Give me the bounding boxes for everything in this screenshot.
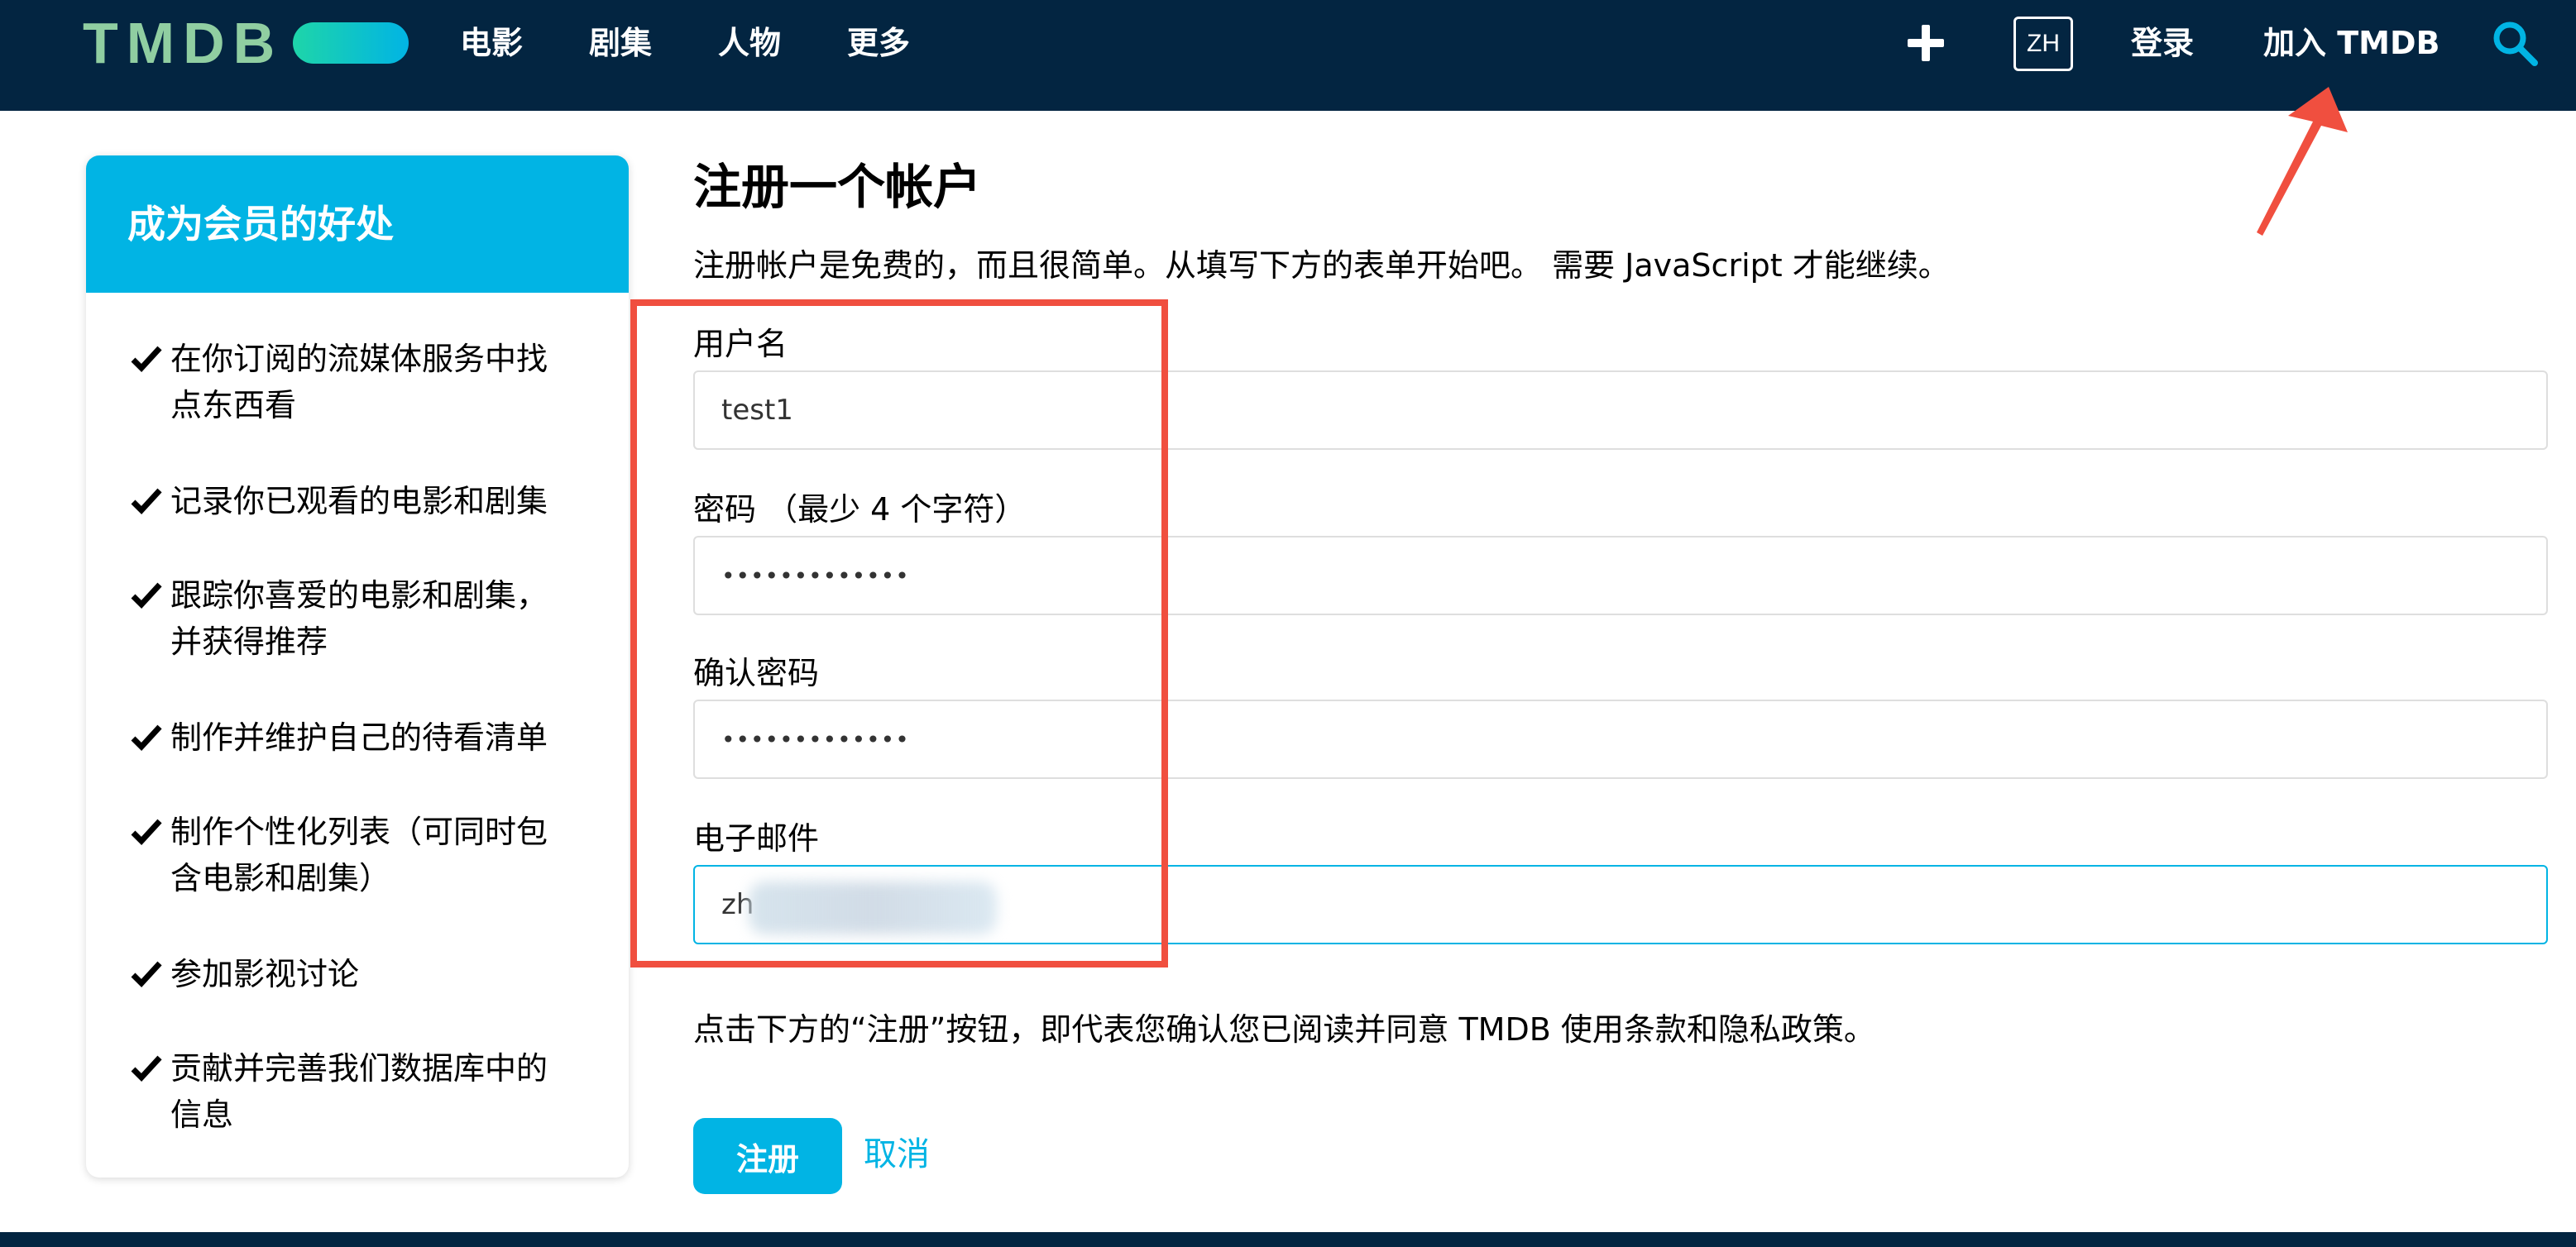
check-icon <box>131 819 162 846</box>
benefit-text: 点东西看 <box>170 387 297 423</box>
nav-more[interactable]: 更多 <box>847 20 910 66</box>
benefit-item: 在你订阅的流媒体服务中找 点东西看 <box>131 336 610 428</box>
benefit-text: 信息 <box>170 1096 234 1133</box>
benefit-text: 贡献并完善我们数据库中的 <box>170 1050 548 1087</box>
cancel-link[interactable]: 取消 <box>864 1130 930 1179</box>
check-icon <box>131 1055 162 1082</box>
page: TMDB 电影 剧集 人物 更多 ZH 登录 加入 TMDB 成为会员的好处 在… <box>0 0 2576 1247</box>
email-label: 电子邮件 <box>693 820 820 857</box>
login-link[interactable]: 登录 <box>2131 20 2194 66</box>
benefit-item: 制作并维护自己的待看清单 <box>131 714 610 761</box>
footer-strip <box>0 1232 2576 1247</box>
username-input[interactable] <box>693 370 2548 450</box>
username-label: 用户名 <box>693 326 788 362</box>
plus-icon[interactable] <box>1908 25 1944 61</box>
nav-people[interactable]: 人物 <box>718 20 781 66</box>
password-label: 密码 （最少 4 个字符） <box>693 491 1027 528</box>
check-icon <box>131 961 162 988</box>
password-input[interactable] <box>693 536 2548 615</box>
join-tmdb-link[interactable]: 加入 TMDB <box>2263 20 2440 66</box>
page-title: 注册一个帐户 <box>693 159 982 215</box>
nav-movies[interactable]: 电影 <box>460 20 523 66</box>
check-icon <box>131 488 162 515</box>
confirm-password-input[interactable] <box>693 700 2548 779</box>
benefit-text: 制作个性化列表（可同时包 <box>170 814 548 850</box>
tmdb-logo[interactable]: TMDB <box>83 11 409 75</box>
language-button[interactable]: ZH <box>2013 17 2073 71</box>
signup-button[interactable]: 注册 <box>693 1118 842 1194</box>
benefit-item: 参加影视讨论 <box>131 951 610 997</box>
benefit-text: 在你订阅的流媒体服务中找 <box>170 341 548 377</box>
terms-notice: 点击下方的“注册”按钮，即代表您确认您已阅读并同意 TMDB 使用条款和隐私政策… <box>693 1011 1875 1048</box>
benefit-text: 含电影和剧集） <box>170 860 391 896</box>
annotation-arrow-icon <box>2257 87 2348 236</box>
benefit-text: 制作并维护自己的待看清单 <box>170 719 548 756</box>
logo-text: TMDB <box>83 11 284 75</box>
email-redaction-blur <box>749 882 997 934</box>
check-icon <box>131 724 162 752</box>
benefit-item: 贡献并完善我们数据库中的 信息 <box>131 1045 610 1138</box>
search-icon[interactable] <box>2490 18 2540 68</box>
nav-tv[interactable]: 剧集 <box>589 20 652 66</box>
check-icon <box>131 346 162 373</box>
benefit-text: 参加影视讨论 <box>170 956 360 992</box>
benefit-text: 记录你已观看的电影和剧集 <box>170 483 548 519</box>
member-benefits-card: 成为会员的好处 在你订阅的流媒体服务中找 点东西看 记录你已观看的电影和剧集 跟… <box>86 155 629 1178</box>
confirm-password-label: 确认密码 <box>693 655 820 691</box>
check-icon <box>131 582 162 609</box>
top-navbar: TMDB 电影 剧集 人物 更多 ZH 登录 加入 TMDB <box>0 0 2576 111</box>
benefit-text: 并获得推荐 <box>170 624 328 660</box>
benefits-title: 成为会员的好处 <box>86 155 629 293</box>
benefit-item: 制作个性化列表（可同时包 含电影和剧集） <box>131 809 610 901</box>
benefit-item: 跟踪你喜爱的电影和剧集， 并获得推荐 <box>131 572 610 665</box>
benefit-item: 记录你已观看的电影和剧集 <box>131 478 610 524</box>
page-subtitle: 注册帐户是免费的，而且很简单。从填写下方的表单开始吧。 需要 JavaScrip… <box>693 247 1950 284</box>
logo-pill <box>293 22 409 64</box>
benefit-text: 跟踪你喜爱的电影和剧集， <box>170 577 548 614</box>
